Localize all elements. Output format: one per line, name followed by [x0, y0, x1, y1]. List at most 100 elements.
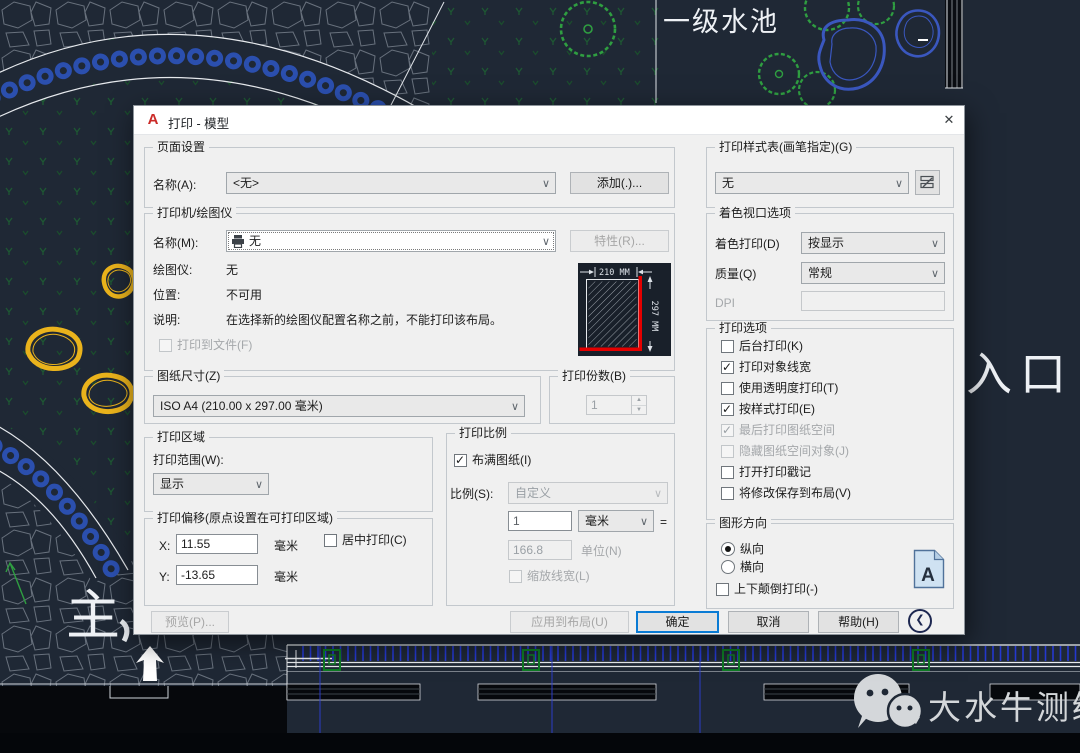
group-label: 打印样式表(画笔指定)(G) — [715, 140, 856, 155]
watermark-text: 大水牛测绘 — [928, 689, 1080, 726]
landscape-radio[interactable]: 横向 — [721, 560, 764, 574]
printer-icon — [231, 235, 245, 248]
plot-style-editor-button[interactable] — [915, 170, 940, 195]
group-label: 打印比例 — [455, 426, 511, 441]
properties-button[interactable]: 特性(R)... — [570, 230, 669, 252]
checkbox-icon[interactable] — [721, 382, 734, 395]
checkbox-icon[interactable] — [716, 583, 729, 596]
checkbox-icon[interactable] — [721, 445, 734, 458]
plotter-value: 无 — [226, 263, 238, 277]
plot-dialog: A 打印 - 模型 ✕ 页面设置 名称(A): <无> 添加(.)... 打印机… — [133, 105, 965, 635]
group-label: 页面设置 — [153, 140, 209, 155]
offset-x-label: X: — [159, 539, 170, 553]
dpi-input[interactable] — [801, 291, 945, 311]
entrance-label: 入口 — [966, 348, 1074, 400]
plot-option-plot-styles[interactable]: 按样式打印(E) — [721, 402, 815, 416]
paper-size-combo[interactable]: ISO A4 (210.00 x 297.00 毫米) — [153, 395, 525, 417]
checkbox-icon[interactable] — [454, 454, 467, 467]
plot-offset-group: 打印偏移(原点设置在可打印区域) — [144, 518, 433, 606]
location-value: 不可用 — [226, 288, 262, 302]
description-value: 在选择新的绘图仪配置名称之前，不能打印该布局。 — [226, 313, 502, 327]
plot-option-hide-paperspace[interactable]: 隐藏图纸空间对象(J) — [721, 444, 849, 458]
plot-style-combo[interactable]: 无 — [715, 172, 909, 194]
scale-units-label: 单位(N) — [581, 544, 622, 558]
printer-name-label: 名称(M): — [153, 236, 198, 250]
page-setup-name-combo[interactable]: <无> — [226, 172, 556, 194]
plot-option-plot-stamp[interactable]: 打开打印戳记 — [721, 465, 811, 479]
plot-option-background-plot[interactable]: 后台打印(K) — [721, 339, 803, 353]
printer-name-combo[interactable]: 无 — [226, 230, 556, 252]
group-label: 图纸尺寸(Z) — [153, 369, 224, 384]
portrait-radio[interactable]: 纵向 — [721, 542, 764, 556]
plot-option-save-changes[interactable]: 将修改保存到布局(V) — [721, 486, 851, 500]
plot-option-lineweights[interactable]: 打印对象线宽 — [721, 360, 811, 374]
group-label: 图形方向 — [715, 516, 771, 531]
location-label: 位置: — [153, 288, 180, 302]
dialog-title: 打印 - 模型 — [168, 113, 229, 132]
group-label: 打印机/绘图仪 — [153, 206, 236, 221]
autocad-logo-icon: A — [145, 112, 161, 128]
radio-icon[interactable] — [721, 560, 735, 574]
help-button[interactable]: 帮助(H) — [818, 611, 899, 633]
checkbox-icon[interactable] — [509, 570, 522, 583]
offset-y-input[interactable]: -13.65 — [176, 565, 258, 585]
checkbox-icon[interactable] — [721, 466, 734, 479]
quality-combo[interactable]: 常规 — [801, 262, 945, 284]
plot-range-label: 打印范围(W): — [153, 453, 224, 467]
group-label: 着色视口选项 — [715, 206, 795, 221]
spinner-down-icon[interactable]: ▼ — [632, 406, 646, 415]
paper-preview: 210 MM 297 MM — [578, 263, 671, 356]
add-button[interactable]: 添加(.)... — [570, 172, 669, 194]
shade-plot-label: 着色打印(D) — [715, 237, 780, 251]
scale-combo[interactable]: 自定义 — [508, 482, 668, 504]
scale-paper-input[interactable]: 1 — [508, 511, 572, 531]
copies-spinner[interactable]: ▲ ▼ — [631, 395, 647, 415]
shade-plot-combo[interactable]: 按显示 — [801, 232, 945, 254]
checkbox-icon[interactable] — [721, 424, 734, 437]
checkbox-icon[interactable] — [721, 487, 734, 500]
plot-to-file-checkbox[interactable]: 打印到文件(F) — [159, 338, 252, 352]
preview-button[interactable]: 预览(P)... — [151, 611, 229, 633]
screen: 一级水池 入口 主 大水牛测绘 A 打印 - 模型 ✕ 页面设置 名 — [0, 0, 1080, 753]
checkbox-icon[interactable] — [721, 340, 734, 353]
quality-label: 质量(Q) — [715, 267, 756, 281]
group-label: 打印份数(B) — [558, 369, 630, 384]
offset-y-unit: 毫米 — [274, 570, 298, 584]
pool-label: 一级水池 — [663, 7, 779, 37]
offset-x-input[interactable]: 11.55 — [176, 534, 258, 554]
checkbox-icon[interactable] — [159, 339, 172, 352]
center-plot-checkbox[interactable]: 居中打印(C) — [324, 533, 407, 547]
upside-down-checkbox[interactable]: 上下颠倒打印(-) — [716, 582, 818, 596]
scale-unit-combo[interactable]: 毫米 — [578, 510, 654, 532]
title-bar[interactable]: A 打印 - 模型 ✕ — [134, 106, 964, 135]
scale-equals: = — [660, 515, 667, 529]
radio-icon[interactable] — [721, 542, 735, 556]
plot-option-transparency[interactable]: 使用透明度打印(T) — [721, 381, 838, 395]
preview-width-dim: 210 MM — [599, 268, 630, 278]
scale-lineweights-checkbox[interactable]: 缩放线宽(L) — [509, 569, 590, 583]
plot-option-paperspace-last[interactable]: 最后打印图纸空间 — [721, 423, 835, 437]
cancel-button[interactable]: 取消 — [728, 611, 809, 633]
copies-input[interactable]: 1 — [586, 395, 632, 415]
checkbox-icon[interactable] — [721, 361, 734, 374]
close-icon[interactable]: ✕ — [940, 111, 958, 129]
offset-y-label: Y: — [159, 570, 170, 584]
offset-x-unit: 毫米 — [274, 539, 298, 553]
fit-paper-checkbox[interactable]: 布满图纸(I) — [454, 453, 531, 467]
collapse-options-button[interactable]: ❮ — [908, 609, 932, 633]
checkbox-icon[interactable] — [324, 534, 337, 547]
svg-text:A: A — [921, 565, 935, 586]
preview-height-dim: 297 MM — [649, 301, 659, 332]
group-label: 打印选项 — [715, 321, 771, 336]
dpi-label: DPI — [715, 296, 735, 310]
plot-area-combo[interactable]: 显示 — [153, 473, 269, 495]
checkbox-icon[interactable] — [721, 403, 734, 416]
scale-drawing-input[interactable]: 166.8 — [508, 540, 572, 560]
ok-button[interactable]: 确定 — [636, 611, 719, 633]
plot-style-editor-icon — [920, 175, 935, 190]
orientation-paper-icon: A — [913, 549, 945, 589]
scale-label: 比例(S): — [450, 487, 493, 501]
plotter-label: 绘图仪: — [153, 263, 192, 277]
apply-button[interactable]: 应用到布局(U) — [510, 611, 629, 633]
spinner-up-icon[interactable]: ▲ — [632, 396, 646, 406]
